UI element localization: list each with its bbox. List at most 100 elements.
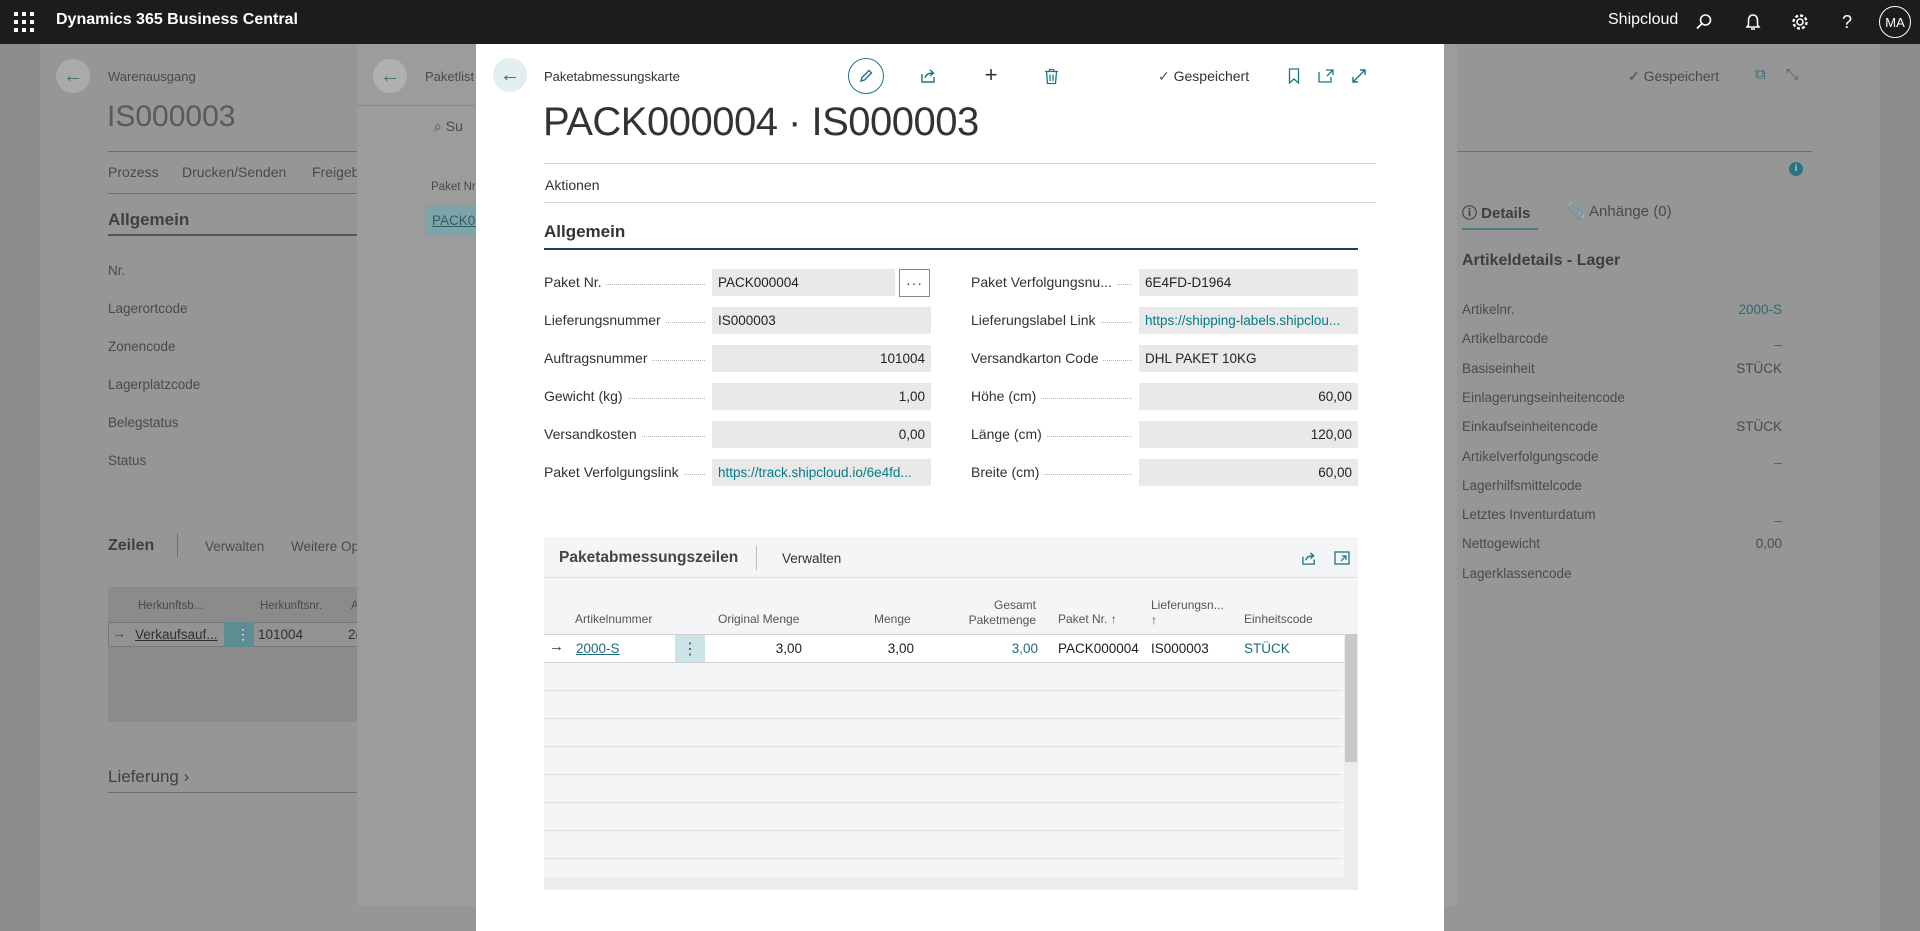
row-cell[interactable]: 101004: [258, 627, 303, 642]
field-label: Lagerplatzcode: [108, 377, 201, 392]
col-header-package[interactable]: Paket Nr. ↑: [1058, 612, 1117, 626]
row-menu-icon[interactable]: ⋮: [675, 635, 705, 662]
cell-unit[interactable]: STÜCK: [1244, 641, 1290, 656]
section-general[interactable]: Allgemein: [108, 210, 189, 230]
search-icon[interactable]: ⌕ Su: [434, 118, 463, 135]
open-new-window-icon[interactable]: [1331, 548, 1353, 568]
factbox-tab-details[interactable]: ⓘ Details: [1462, 202, 1530, 223]
field-label: Lieferungslabel Link: [971, 312, 1100, 328]
section-delivery[interactable]: Lieferung ›: [108, 767, 189, 787]
share-icon[interactable]: [1298, 548, 1320, 568]
factbox-value[interactable]: _: [1640, 449, 1782, 464]
factbox-value[interactable]: 2000-S: [1640, 302, 1782, 317]
open-new-window-icon[interactable]: [1316, 65, 1336, 87]
info-icon[interactable]: i: [1789, 162, 1803, 176]
field-input[interactable]: 101004: [712, 345, 931, 372]
cell-total[interactable]: 3,00: [976, 641, 1038, 656]
col-header-unit[interactable]: Einheitscode: [1244, 612, 1313, 626]
field-input[interactable]: DHL PAKET 10KG: [1139, 345, 1358, 372]
collapse-icon[interactable]: ⤡: [1786, 66, 1798, 83]
action-release[interactable]: Freigeb: [312, 164, 359, 180]
grid-line: [544, 718, 1342, 719]
section-general[interactable]: Allgemein: [544, 222, 625, 242]
field-label: Status: [108, 453, 147, 468]
field-label: Zonencode: [108, 339, 176, 354]
factbox-tab-attachments[interactable]: 📎 Anhänge (0): [1567, 202, 1672, 220]
add-icon[interactable]: +: [980, 62, 1002, 87]
gear-icon[interactable]: [1788, 10, 1812, 34]
factbox-label: Artikelverfolgungscode: [1462, 448, 1599, 464]
lines-manage[interactable]: Verwalten: [205, 539, 264, 554]
company-name[interactable]: Shipcloud: [1608, 11, 1678, 29]
bookmark-icon[interactable]: [1284, 65, 1304, 87]
field-input[interactable]: https://track.shipcloud.io/6e4fd...: [712, 459, 931, 486]
grid-line: [544, 774, 1342, 775]
lines-more[interactable]: Weitere Op: [291, 539, 359, 554]
field-input[interactable]: 120,00: [1139, 421, 1358, 448]
avatar[interactable]: MA: [1879, 6, 1911, 38]
col-header-shipment-line2[interactable]: ↑: [1151, 613, 1157, 627]
col-header-orig-qty[interactable]: Original Menge: [718, 612, 799, 626]
cell-qty[interactable]: 3,00: [852, 641, 914, 656]
field-input[interactable]: 60,00: [1139, 459, 1358, 486]
top-bar: Dynamics 365 Business Central Shipcloud …: [0, 0, 1920, 44]
factbox-label: Einlagerungseinheitencode: [1462, 389, 1625, 405]
share-icon[interactable]: [917, 64, 939, 88]
field-input[interactable]: 0,00: [712, 421, 931, 448]
cell-package[interactable]: PACK000004: [1058, 641, 1139, 656]
col-header-total-line2[interactable]: Paketmenge: [962, 613, 1036, 627]
factbox-value[interactable]: _: [1640, 507, 1782, 522]
cell-shipment[interactable]: IS000003: [1151, 641, 1209, 656]
field-label: Paket Nr.: [544, 274, 606, 290]
lines-part: [544, 537, 1358, 890]
lines-col-header: Herkunftsnr.: [260, 600, 322, 612]
back-arrow-icon[interactable]: ←: [56, 59, 90, 93]
row-arrow-icon: →: [112, 625, 126, 641]
expand-icon[interactable]: [1349, 65, 1369, 87]
field-label: Nr.: [108, 263, 126, 278]
help-icon[interactable]: ?: [1835, 10, 1859, 34]
field-input[interactable]: https://shipping-labels.shipclou...: [1139, 307, 1358, 334]
col-header-item[interactable]: Artikelnummer: [575, 612, 652, 626]
bell-icon[interactable]: [1741, 10, 1765, 34]
table-row[interactable]: [544, 634, 1344, 663]
open-new-window-icon[interactable]: ⧉: [1755, 66, 1766, 83]
action-print-send[interactable]: Drucken/Senden: [182, 164, 286, 180]
horizontal-scrollbar[interactable]: [544, 877, 1358, 890]
scrollbar-thumb[interactable]: [1345, 634, 1357, 762]
delete-icon[interactable]: [1040, 64, 1062, 88]
field-input[interactable]: 1,00: [712, 383, 931, 410]
col-header-qty[interactable]: Menge: [874, 612, 911, 626]
field-input[interactable]: IS000003: [712, 307, 931, 334]
tab-underline: [1462, 228, 1538, 230]
actions-menu[interactable]: Aktionen: [545, 177, 599, 193]
action-process[interactable]: Prozess: [108, 164, 159, 180]
col-header-shipment-line1[interactable]: Lieferungsn...: [1151, 598, 1224, 612]
factbox-label: Basiseinheit: [1462, 360, 1535, 376]
row-menu-dots: ⋮: [236, 626, 250, 642]
divider: [544, 163, 1376, 164]
factbox-value[interactable]: _: [1640, 331, 1782, 346]
card-caption: Paketabmessungskarte: [544, 69, 680, 84]
back-arrow-icon[interactable]: ←: [373, 59, 407, 93]
lines-title[interactable]: Paketabmessungszeilen: [559, 549, 738, 567]
search-icon[interactable]: [1692, 10, 1716, 34]
cell-orig-qty[interactable]: 3,00: [740, 641, 802, 656]
app-name[interactable]: Dynamics 365 Business Central: [56, 11, 298, 29]
col-header-total-line1[interactable]: Gesamt: [962, 598, 1036, 612]
lookup-button[interactable]: ···: [899, 269, 930, 297]
factbox-title: Artikeldetails - Lager: [1462, 252, 1621, 269]
waffle-icon[interactable]: [14, 12, 34, 32]
field-label: Lagerortcode: [108, 301, 188, 316]
back-arrow-icon[interactable]: ←: [493, 58, 527, 92]
row-link[interactable]: Verkaufsauf...: [135, 627, 218, 642]
grid-line: [544, 858, 1342, 859]
field-input[interactable]: 60,00: [1139, 383, 1358, 410]
edit-icon[interactable]: [848, 58, 884, 94]
field-input[interactable]: 6E4FD-D1964: [1139, 269, 1358, 296]
field-input[interactable]: PACK000004: [712, 269, 895, 296]
saved-status: ✓ Gespeichert: [1158, 68, 1250, 84]
cell-item-link[interactable]: 2000-S: [576, 641, 620, 656]
lines-title[interactable]: Zeilen: [108, 537, 154, 555]
lines-manage[interactable]: Verwalten: [782, 551, 841, 566]
